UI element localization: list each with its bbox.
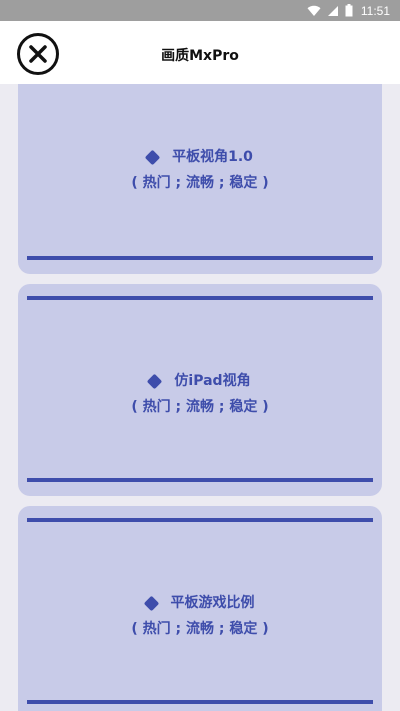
card-top-bar: [27, 296, 373, 300]
card-title: 仿iPad视角: [174, 373, 251, 389]
diamond-icon: [143, 595, 159, 611]
card-bottom-bar: [27, 256, 373, 260]
card-tags: ( 热门 ; 流畅 ; 稳定 ): [131, 175, 269, 191]
signal-icon: [327, 5, 339, 17]
option-card-ipad-view[interactable]: 仿iPad视角 ( 热门 ; 流畅 ; 稳定 ): [18, 284, 382, 496]
option-card-tablet-ratio[interactable]: 平板游戏比例 ( 热门 ; 流畅 ; 稳定 ): [18, 506, 382, 711]
status-time: 11:51: [360, 3, 390, 18]
card-top-bar: [27, 518, 373, 522]
card-tags: ( 热门 ; 流畅 ; 稳定 ): [131, 621, 269, 637]
status-bar: 11:51: [0, 0, 400, 21]
card-bottom-bar: [27, 700, 373, 704]
app-header: 画质MxPro: [0, 21, 400, 84]
battery-icon: [345, 4, 353, 17]
card-text: 平板游戏比例 ( 热门 ; 流畅 ; 稳定 ): [18, 590, 382, 642]
diamond-icon: [147, 373, 163, 389]
card-text: 仿iPad视角 ( 热门 ; 流畅 ; 稳定 ): [18, 368, 382, 420]
card-title: 平板游戏比例: [170, 595, 255, 611]
card-title-line: 平板游戏比例: [18, 590, 382, 616]
card-title-line: 仿iPad视角: [18, 368, 382, 394]
card-tags: ( 热门 ; 流畅 ; 稳定 ): [131, 399, 269, 415]
option-list[interactable]: 平板视角1.0 ( 热门 ; 流畅 ; 稳定 ) 仿iPad视角 ( 热门 ; …: [0, 84, 400, 711]
card-text: 平板视角1.0 ( 热门 ; 流畅 ; 稳定 ): [18, 144, 382, 196]
page-title: 画质MxPro: [161, 48, 239, 64]
diamond-icon: [144, 149, 161, 165]
card-title-line: 平板视角1.0: [18, 144, 382, 170]
card-title: 平板视角1.0: [172, 149, 253, 165]
card-bottom-bar: [27, 478, 373, 482]
option-card-tablet-view[interactable]: 平板视角1.0 ( 热门 ; 流畅 ; 稳定 ): [18, 84, 382, 274]
wifi-icon: [307, 5, 321, 17]
